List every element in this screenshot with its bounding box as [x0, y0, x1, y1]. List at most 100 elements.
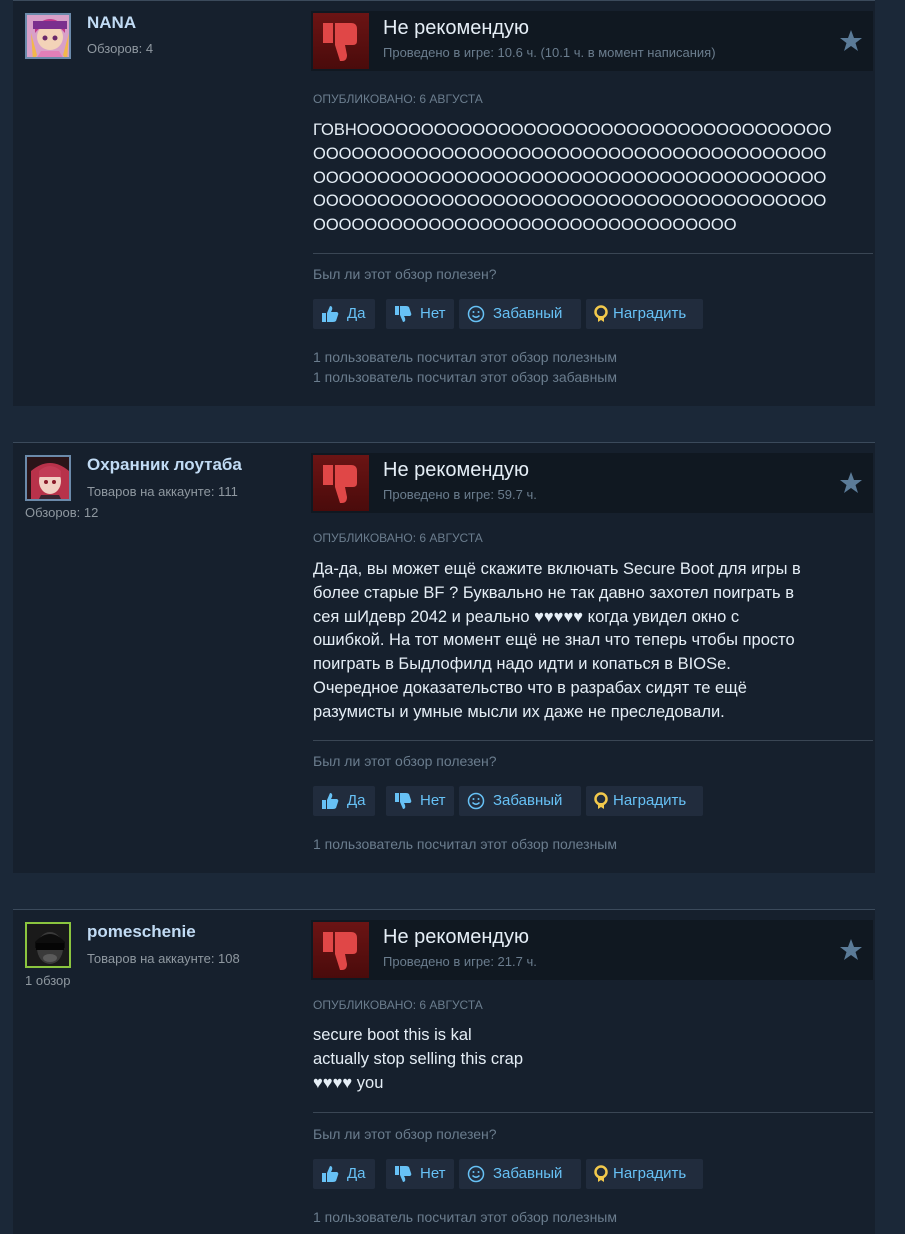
thumbs-up-icon — [322, 1166, 339, 1182]
vote-no-button[interactable]: Нет — [386, 1159, 454, 1189]
review-line: ♥♥♥♥ you — [313, 1073, 384, 1092]
award-button[interactable]: Наградить — [586, 299, 703, 329]
vote-funny-label: Забавный — [493, 305, 563, 322]
thumbs-up-icon — [322, 306, 339, 322]
review-line: сея шИдевр 2042 и реально ♥♥♥♥♥ когда ув… — [313, 607, 740, 626]
posted-date: Опубликовано: 6 августа — [313, 531, 483, 545]
avatar-image — [27, 15, 69, 57]
review-verdict-header: Не рекомендую Проведено в игре: 21.7 ч. — [311, 920, 873, 980]
thumbs-down-icon — [395, 793, 412, 809]
vote-yes-button[interactable]: Да — [313, 786, 375, 816]
vote-funny-button[interactable]: Забавный — [459, 299, 581, 329]
award-medal-icon — [594, 792, 608, 809]
smiley-icon — [467, 305, 485, 323]
thumbs-up-icon — [322, 793, 339, 809]
review-line: поиграть в Быдлофилд надо идти и копатьс… — [313, 655, 731, 674]
verdict-thumb — [313, 922, 369, 978]
review-line: secure boot this is kal — [313, 1026, 472, 1044]
review-text: secure boot this is kal actually stop se… — [313, 1024, 868, 1095]
review-verdict-header: Не рекомендую Проведено в игре: 59.7 ч. — [311, 453, 873, 513]
author-product-count[interactable]: Товаров на аккаунте: 108 — [87, 951, 240, 966]
vote-no-label: Нет — [420, 1165, 446, 1182]
review-text: ГОВНОООООООООООООООООООООООООООООООООООО… — [313, 119, 868, 238]
review-text: Да-да, вы может ещё скажите включать Sec… — [313, 558, 868, 725]
helpful-count: 1 пользователь посчитал этот обзор полез… — [313, 836, 617, 852]
author-name[interactable]: Охранник лоутаба — [87, 455, 242, 475]
verdict-title: Не рекомендую — [383, 17, 530, 39]
playtime: Проведено в игре: 21.7 ч. — [383, 954, 537, 969]
verdict-thumb — [313, 13, 369, 69]
posted-date: Опубликовано: 6 августа — [313, 92, 483, 106]
thumbs-down-icon — [323, 932, 357, 970]
vote-no-button[interactable]: Нет — [386, 786, 454, 816]
star-icon[interactable] — [839, 471, 863, 495]
verdict-title: Не рекомендую — [383, 926, 530, 948]
posted-date: Опубликовано: 6 августа — [313, 998, 483, 1012]
vote-funny-label: Забавный — [493, 1165, 563, 1182]
verdict-thumb — [313, 455, 369, 511]
award-medal-icon — [594, 305, 608, 322]
divider — [313, 740, 873, 741]
helpful-question: Был ли этот обзор полезен? — [313, 266, 497, 282]
avatar[interactable] — [25, 13, 71, 59]
award-medal-icon — [594, 1165, 608, 1182]
award-button[interactable]: Наградить — [586, 1159, 703, 1189]
thumbs-down-icon — [395, 306, 412, 322]
vote-funny-button[interactable]: Забавный — [459, 786, 581, 816]
avatar[interactable] — [25, 455, 71, 501]
vote-no-label: Нет — [420, 305, 446, 322]
author-review-count[interactable]: Обзоров: 4 — [87, 41, 153, 56]
vote-yes-button[interactable]: Да — [313, 1159, 375, 1189]
thumbs-down-icon — [323, 23, 357, 61]
vote-no-label: Нет — [420, 792, 446, 809]
vote-yes-label: Да — [347, 1165, 366, 1182]
helpful-count: 1 пользователь посчитал этот обзор полез… — [313, 1209, 617, 1225]
review-line: ООООООООООООООООООООООООООООООООО — [313, 216, 737, 235]
vote-funny-label: Забавный — [493, 792, 563, 809]
funny-count: 1 пользователь посчитал этот обзор забав… — [313, 369, 617, 385]
star-icon[interactable] — [839, 938, 863, 962]
vote-yes-label: Да — [347, 305, 366, 322]
author-review-count[interactable]: Обзоров: 12 — [25, 505, 98, 520]
award-label: Наградить — [613, 305, 687, 322]
review-card: NANA Обзоров: 4 Не рекомендую Проведено … — [13, 0, 875, 406]
avatar-image — [27, 924, 69, 966]
divider — [313, 1112, 873, 1113]
vote-yes-label: Да — [347, 792, 366, 809]
avatar[interactable] — [25, 922, 71, 968]
thumbs-down-icon — [395, 1166, 412, 1182]
star-icon[interactable] — [839, 29, 863, 53]
author-review-count[interactable]: 1 обзор — [25, 973, 71, 988]
vote-funny-button[interactable]: Забавный — [459, 1159, 581, 1189]
vote-yes-button[interactable]: Да — [313, 299, 375, 329]
thumbs-down-icon — [323, 465, 357, 503]
review-line: ошибкой. На тот момент ещё не знал что т… — [313, 631, 795, 650]
playtime: Проведено в игре: 10.6 ч. (10.1 ч. в мом… — [383, 45, 716, 60]
smiley-icon — [467, 1165, 485, 1183]
award-button[interactable]: Наградить — [586, 786, 703, 816]
review-verdict-header: Не рекомендую Проведено в игре: 10.6 ч. … — [311, 11, 873, 71]
vote-no-button[interactable]: Нет — [386, 299, 454, 329]
verdict-title: Не рекомендую — [383, 459, 530, 481]
helpful-count: 1 пользователь посчитал этот обзор полез… — [313, 349, 617, 365]
playtime: Проведено в игре: 59.7 ч. — [383, 487, 537, 502]
helpful-question: Был ли этот обзор полезен? — [313, 1126, 497, 1142]
smiley-icon — [467, 792, 485, 810]
author-product-count[interactable]: Товаров на аккаунте: 111 — [87, 484, 238, 499]
review-line: Очередное доказательство что в разрабах … — [313, 678, 747, 697]
review-card: pomeschenie Товаров на аккаунте: 108 1 о… — [13, 909, 875, 1234]
review-line: ГОВНОООООООООООООООООООООООООООООООООООО… — [313, 121, 832, 139]
review-line: ОООООООООООООООООООООООООООООООООООООООО — [313, 168, 827, 187]
review-line: более старые BF ? Буквально не так давно… — [313, 583, 794, 602]
award-label: Наградить — [613, 1165, 687, 1182]
review-line: ОООООООООООООООООООООООООООООООООООООООО — [313, 144, 827, 163]
author-name[interactable]: NANA — [87, 13, 136, 33]
divider — [313, 253, 873, 254]
review-line: Да-да, вы может ещё скажите включать Sec… — [313, 560, 801, 578]
award-label: Наградить — [613, 792, 687, 809]
review-line: разумисты и умные мысли их даже не пресл… — [313, 702, 725, 721]
review-line: ОООООООООООООООООООООООООООООООООООООООО — [313, 192, 827, 211]
avatar-image — [27, 457, 69, 499]
author-name[interactable]: pomeschenie — [87, 922, 196, 942]
helpful-question: Был ли этот обзор полезен? — [313, 753, 497, 769]
